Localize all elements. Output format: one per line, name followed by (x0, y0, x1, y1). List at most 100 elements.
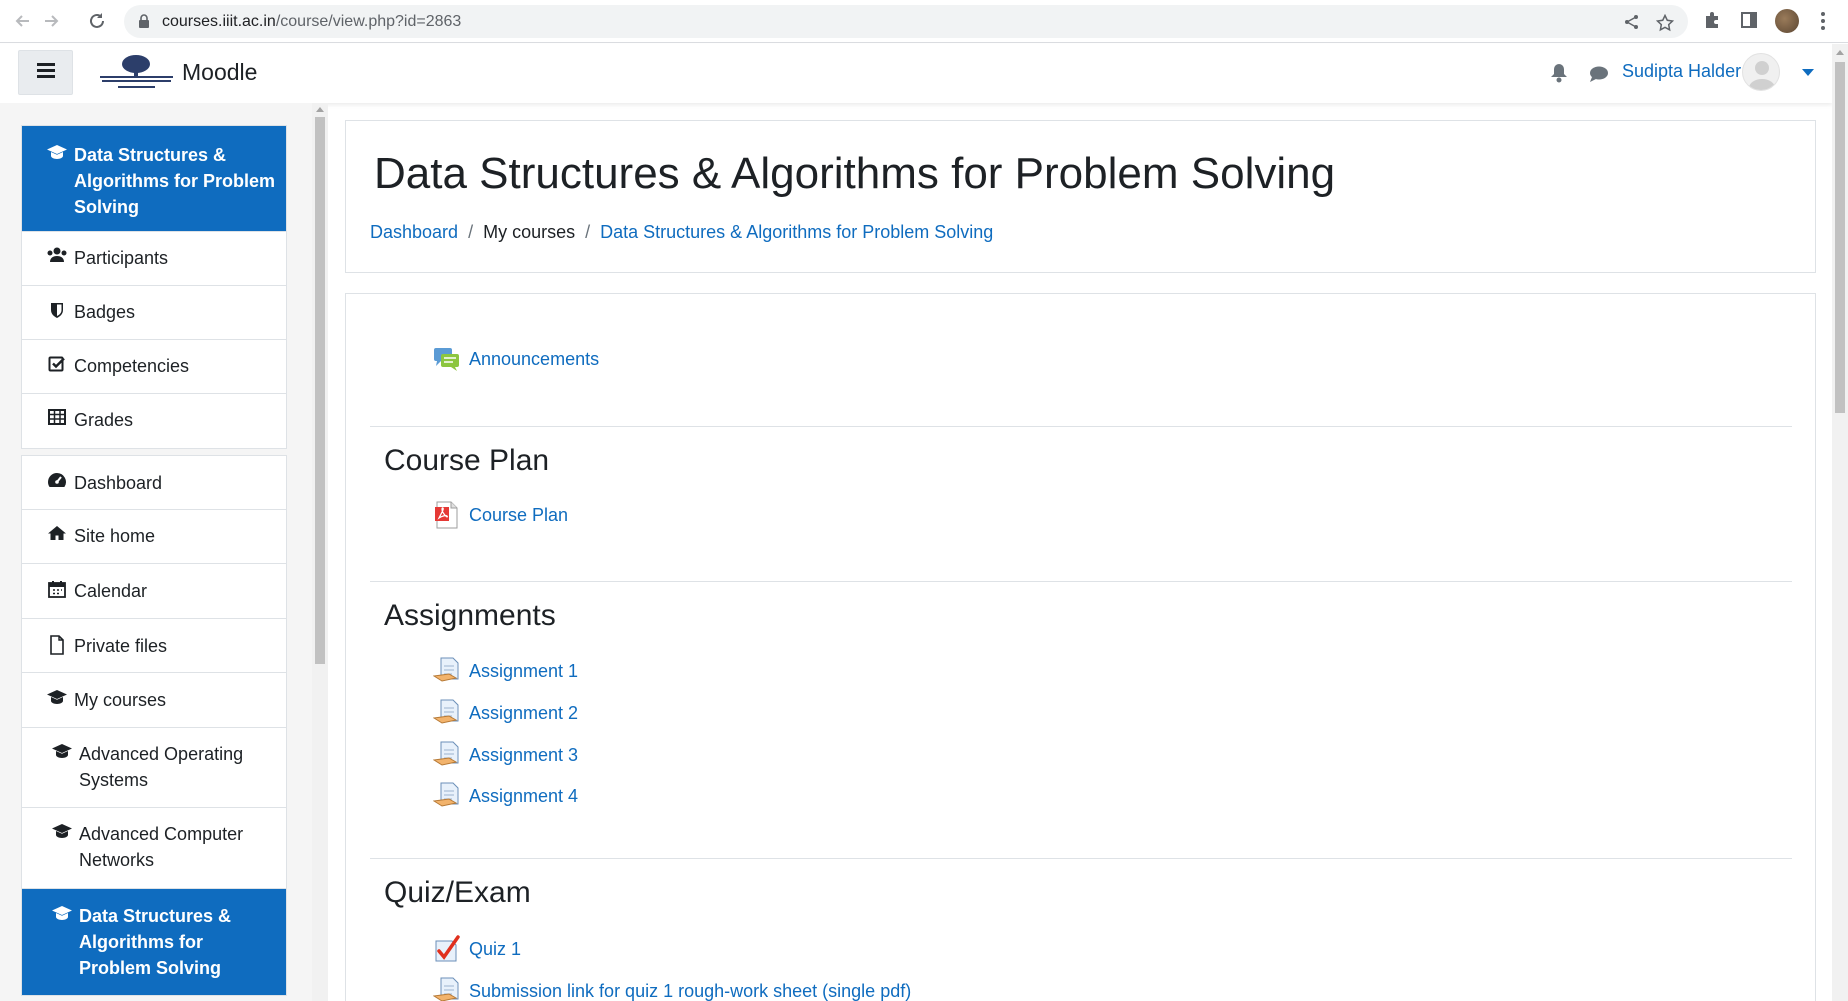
drawer-toggle-button[interactable] (18, 50, 73, 95)
page-title: Data Structures & Algorithms for Problem… (374, 149, 1336, 198)
activity-link: Quiz 1 (469, 938, 522, 959)
assignment-icon (432, 782, 461, 810)
drawer-item-label: Data Structures & Algorithms for Problem… (79, 906, 232, 978)
drawer-item-private-files[interactable]: Private files (22, 619, 286, 673)
extensions-puzzle-icon[interactable] (1703, 11, 1721, 34)
drawer-item-label: Calendar (74, 581, 148, 601)
forward-arrow-icon[interactable] (40, 10, 62, 32)
breadcrumb-separator: / (585, 222, 591, 242)
activity-quiz-1[interactable]: Quiz 1 (433, 934, 521, 964)
users-icon (44, 245, 70, 263)
drawer-item-course-acn[interactable]: Advanced Computer Networks (22, 808, 286, 889)
drawer-item-label: Site home (74, 526, 156, 546)
shield-icon (44, 299, 70, 319)
assignment-icon (432, 977, 461, 1001)
messages-chat-icon[interactable] (1589, 65, 1609, 88)
side-panel-icon[interactable] (1740, 11, 1758, 34)
browser-profile-avatar[interactable] (1775, 9, 1799, 33)
breadcrumb-my-courses: My courses (483, 222, 576, 242)
site-nav-group: Dashboard Site home Calendar Private fil… (21, 455, 287, 996)
browser-toolbar: courses.iiit.ac.in/course/view.php?id=28… (0, 0, 1848, 43)
drawer-item-course-aos[interactable]: Advanced Operating Systems (22, 728, 286, 808)
user-menu-name[interactable]: Sudipta Halder (1622, 61, 1741, 82)
scroll-up-arrow-icon[interactable] (1836, 50, 1844, 55)
url-text: courses.iiit.ac.in/course/view.php?id=28… (162, 13, 462, 30)
drawer-item-site-home[interactable]: Site home (22, 510, 286, 564)
pdf-icon (433, 501, 461, 529)
drawer-item-competencies[interactable]: Competencies (22, 340, 286, 394)
drawer-item-label: Grades (74, 410, 134, 430)
activity-link: Submission link for quiz 1 rough-work sh… (469, 980, 912, 1001)
tachometer-icon (44, 470, 70, 488)
drawer-item-current-course[interactable]: Data Structures & Algorithms for Problem… (22, 126, 286, 232)
back-arrow-icon[interactable] (12, 10, 34, 32)
site-logo[interactable] (98, 52, 175, 94)
activity-link: Course Plan (469, 504, 569, 525)
user-avatar[interactable] (1742, 53, 1780, 91)
table-icon (44, 407, 70, 425)
drawer-item-dashboard[interactable]: Dashboard (22, 456, 286, 510)
drawer-item-label: Participants (74, 248, 169, 268)
quiz-icon (433, 935, 461, 963)
forum-icon (433, 345, 461, 373)
share-icon[interactable] (1624, 14, 1640, 35)
activity-course-plan[interactable]: Course Plan (433, 500, 568, 530)
drawer-item-participants[interactable]: Participants (22, 232, 286, 286)
activity-link: Assignment 3 (469, 744, 579, 765)
drawer-item-badges[interactable]: Badges (22, 286, 286, 340)
activity-assignment-1[interactable]: Assignment 1 (432, 656, 579, 686)
page-scrollbar[interactable] (1832, 44, 1848, 1001)
graduation-cap-icon (49, 903, 75, 921)
course-content: Announcements Course Plan Course Plan As… (345, 293, 1816, 1001)
activity-assignment-2[interactable]: Assignment 2 (432, 698, 579, 728)
section-assignments: Assignments Assignment 1 Assignment 2 As… (370, 581, 1792, 858)
activity-quiz-1-submission[interactable]: Submission link for quiz 1 rough-work sh… (432, 976, 912, 1001)
home-icon (44, 523, 70, 541)
activity-link: Announcements (469, 348, 600, 369)
activity-link: Assignment 1 (469, 660, 579, 681)
scroll-up-arrow-icon[interactable] (316, 107, 324, 112)
breadcrumb-course-link[interactable]: Data Structures & Algorithms for Problem… (600, 222, 993, 242)
assignment-icon (432, 657, 461, 685)
section-general: Announcements (370, 294, 1792, 426)
lock-icon (138, 14, 150, 33)
drawer-item-calendar[interactable]: Calendar (22, 564, 286, 619)
browser-menu-icon[interactable] (1820, 11, 1826, 36)
hamburger-icon (36, 62, 55, 83)
user-menu-caret-icon[interactable] (1802, 69, 1814, 76)
activity-announcements[interactable]: Announcements (433, 344, 599, 374)
moodle-navbar: Moodle Sudipta Halder (0, 44, 1832, 103)
notification-bell-icon[interactable] (1550, 63, 1568, 88)
activity-assignment-3[interactable]: Assignment 3 (432, 740, 579, 770)
section-title: Course Plan (384, 444, 550, 477)
drawer-scrollbar[interactable] (312, 103, 328, 1001)
drawer-item-my-courses[interactable]: My courses (22, 673, 286, 728)
drawer-item-label: Data Structures & Algorithms for Problem… (74, 145, 276, 217)
drawer-item-course-dsa[interactable]: Data Structures & Algorithms for Problem… (22, 889, 286, 995)
section-course-plan: Course Plan Course Plan (370, 426, 1792, 581)
activity-link: Assignment 2 (469, 702, 579, 723)
bookmark-star-icon[interactable] (1655, 13, 1675, 37)
activity-link: Assignment 4 (469, 785, 579, 806)
section-title: Quiz/Exam (384, 876, 531, 909)
section-title: Assignments (384, 599, 556, 632)
calendar-icon (44, 578, 70, 598)
graduation-cap-icon (49, 821, 75, 839)
drawer-item-label: Private files (74, 636, 168, 656)
check-square-icon (44, 353, 70, 373)
activity-assignment-4[interactable]: Assignment 4 (432, 781, 579, 811)
assignment-icon (432, 741, 461, 769)
reload-icon[interactable] (86, 10, 108, 32)
site-brand[interactable]: Moodle (182, 59, 257, 86)
page-scrollbar-thumb[interactable] (1835, 62, 1845, 413)
drawer-item-label: Dashboard (74, 473, 163, 493)
drawer-item-label: Badges (74, 302, 136, 322)
drawer-scrollbar-thumb[interactable] (315, 117, 325, 664)
drawer-item-label: Competencies (74, 356, 190, 376)
breadcrumb-dashboard-link[interactable]: Dashboard (370, 222, 458, 242)
drawer-item-grades[interactable]: Grades (22, 394, 286, 448)
nav-drawer: Data Structures & Algorithms for Problem… (0, 103, 328, 1001)
graduation-cap-icon (44, 687, 70, 705)
section-quiz-exam: Quiz/Exam Quiz 1 Submission link for qui… (370, 858, 1792, 1001)
address-bar[interactable]: courses.iiit.ac.in/course/view.php?id=28… (124, 5, 1688, 38)
